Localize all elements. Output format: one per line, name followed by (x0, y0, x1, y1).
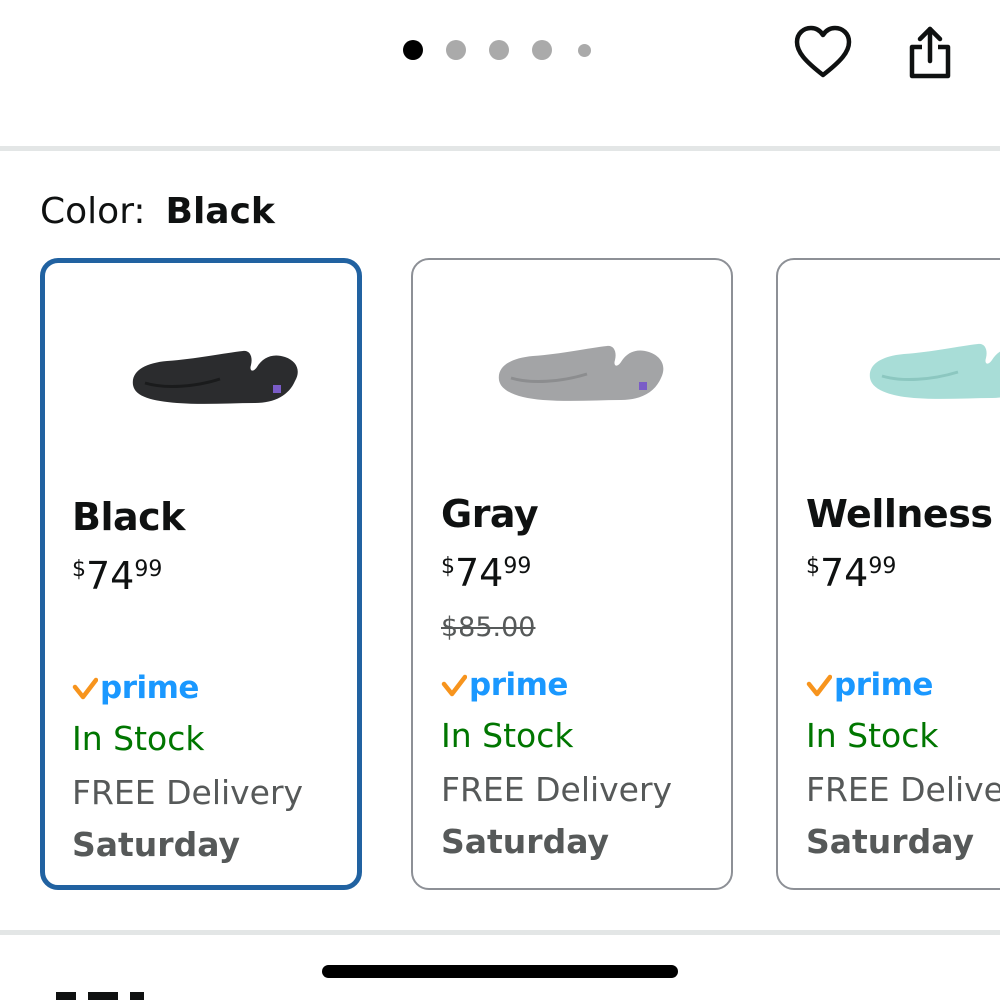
color-option-price: $7499 (806, 550, 896, 596)
prime-check-icon (72, 677, 98, 700)
product-page: Color: Black Black $7499 prime In Stock F… (0, 0, 1000, 1000)
color-option-name: Black (72, 495, 185, 539)
carousel-dot-2[interactable] (446, 40, 466, 60)
next-section-text-fragment (42, 992, 152, 1000)
carousel-dot-3[interactable] (489, 40, 509, 60)
prime-check-icon (806, 674, 832, 697)
carousel-dot-1[interactable] (403, 40, 423, 60)
share-button[interactable] (898, 21, 962, 85)
prime-label: prime (834, 667, 933, 703)
product-image (869, 343, 1000, 399)
carousel-dot-4[interactable] (532, 40, 552, 60)
delivery-day: Saturday (441, 822, 609, 861)
list-price: $85.00 (441, 612, 536, 643)
availability-status: In Stock (806, 716, 939, 755)
price-whole: 74 (820, 551, 869, 595)
color-option-gray[interactable]: Gray $7499 $85.00 prime In Stock FREE De… (411, 258, 733, 890)
color-option-price: $7499 (72, 553, 162, 599)
availability-status: In Stock (72, 719, 205, 758)
delivery-text: FREE Delivery (806, 770, 1000, 809)
color-option-black[interactable]: Black $7499 prime In Stock FREE Delivery… (40, 258, 362, 890)
price-fraction: 99 (868, 554, 897, 579)
delivery-day: Saturday (806, 822, 974, 861)
prime-check-icon (441, 674, 467, 697)
availability-status: In Stock (441, 716, 574, 755)
delivery-text: FREE Delivery (441, 770, 673, 809)
price-symbol: $ (72, 557, 86, 582)
home-indicator[interactable] (322, 965, 678, 978)
section-divider (0, 146, 1000, 151)
prime-badge: prime (441, 665, 568, 705)
share-icon (909, 26, 951, 79)
color-selector-heading: Color: Black (40, 187, 275, 237)
price-fraction: 99 (503, 554, 532, 579)
color-option-name: Wellness G (806, 492, 1000, 536)
color-option-name: Gray (441, 492, 539, 536)
prime-badge: prime (806, 665, 933, 705)
product-image (498, 345, 664, 401)
carousel-dot-5[interactable] (578, 43, 591, 57)
delivery-text: FREE Delivery (72, 773, 304, 812)
price-symbol: $ (806, 554, 820, 579)
color-option-wellness[interactable]: Wellness G $7499 prime In Stock FREE Del… (776, 258, 1000, 890)
prime-badge: prime (72, 668, 199, 708)
carousel-pagination (403, 40, 614, 60)
delivery-day: Saturday (72, 825, 240, 864)
price-whole: 74 (455, 551, 504, 595)
prime-label: prime (100, 670, 199, 706)
color-label: Color: (40, 191, 146, 232)
price-whole: 74 (86, 554, 135, 598)
price-fraction: 99 (134, 557, 163, 582)
section-divider (0, 930, 1000, 935)
price-symbol: $ (441, 554, 455, 579)
prime-label: prime (469, 667, 568, 703)
product-image (132, 350, 298, 404)
favorite-button[interactable] (791, 21, 855, 85)
heart-outline-icon (794, 25, 852, 78)
color-option-price: $7499 (441, 550, 531, 596)
selected-color-value: Black (165, 191, 275, 232)
